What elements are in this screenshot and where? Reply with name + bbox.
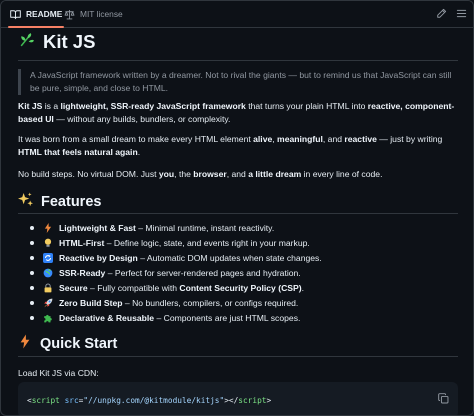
copy-button[interactable] (435, 391, 451, 407)
rocket-icon (43, 298, 53, 308)
readme-panel: README MIT license Kit JS A JavaScript f… (0, 0, 474, 416)
quickstart-heading: Quick Start (18, 334, 117, 353)
divider (18, 213, 458, 214)
intro-paragraph-1: Kit JS is a lightweight, SSR-ready JavaS… (18, 101, 455, 125)
herb-icon (18, 31, 35, 53)
lock-icon (43, 282, 53, 293)
load-instructions: Load Kit JS via CDN: (18, 368, 99, 378)
readme-tabbar: README MIT license (1, 1, 473, 28)
divider (18, 60, 458, 61)
tab-license[interactable]: MIT license (64, 1, 123, 27)
sparkles-icon (18, 192, 33, 211)
intro-paragraph-2: It was born from a small dream to make e… (18, 134, 443, 158)
divider (18, 356, 458, 357)
list-item: Declarative & Reusable – Components are … (18, 310, 322, 325)
book-icon (10, 9, 21, 20)
features-list: Lightweight & Fast – Minimal runtime, in… (18, 220, 322, 325)
list-item: Zero Build Step – No bundlers, compilers… (18, 295, 322, 310)
lightning-icon (18, 334, 32, 353)
refresh-icon (43, 252, 53, 263)
tab-license-label: MIT license (80, 9, 123, 19)
page-title: Kit JS (18, 31, 95, 53)
list-item: Secure – Fully compatible with Content S… (18, 280, 322, 295)
lightning-icon (43, 222, 53, 233)
intro-paragraph-3: No build steps. No virtual DOM. Just you… (18, 169, 383, 179)
list-item: SSR-Ready – Perfect for server-rendered … (18, 265, 322, 280)
blockquote: A JavaScript framework written by a drea… (18, 69, 460, 95)
tab-readme[interactable]: README (7, 1, 65, 28)
globe-icon (43, 268, 53, 278)
copy-icon (437, 392, 449, 406)
list-item: Reactive by Design – Automatic DOM updat… (18, 250, 322, 265)
list-item: Lightweight & Fast – Minimal runtime, in… (18, 220, 322, 235)
code-block: <script src="//unpkg.com/@kitmodule/kitj… (18, 382, 458, 415)
features-heading-text: Features (41, 193, 102, 210)
scale-icon (64, 9, 75, 20)
outline-button[interactable] (453, 6, 469, 22)
puzzle-icon (43, 313, 53, 323)
tab-readme-label: README (26, 9, 63, 19)
list-item: HTML-First – Define logic, state, and ev… (18, 235, 322, 250)
pencil-icon (436, 8, 447, 21)
list-icon (456, 8, 467, 21)
edit-readme-button[interactable] (433, 6, 449, 22)
lightbulb-icon (43, 238, 53, 248)
code-snippet[interactable]: <script src="//unpkg.com/@kitmodule/kitj… (27, 396, 271, 405)
quickstart-heading-text: Quick Start (40, 335, 118, 352)
page-title-text: Kit JS (43, 31, 96, 52)
features-heading: Features (18, 192, 101, 211)
